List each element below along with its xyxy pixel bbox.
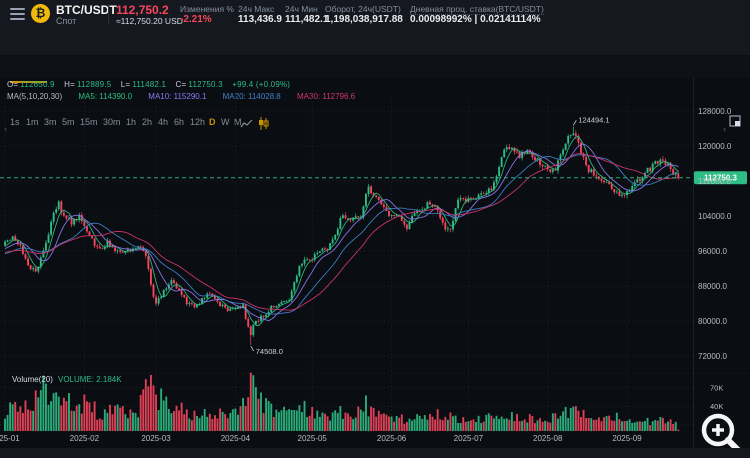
gridlines: [0, 78, 750, 448]
candlestick-chart[interactable]: 112750.3128000.0120000.0112000.0104000.0…: [0, 78, 750, 448]
price-tick-label: 80000.0: [698, 317, 727, 326]
divider: [108, 4, 109, 24]
trading-app: ₿ BTC/USDT Спот 112,750.2 ≈112,750.20 US…: [0, 0, 750, 458]
time-tick-label: 2025-08: [533, 434, 563, 443]
price-tick-label: 112000.0: [698, 177, 731, 186]
price-tick-label: 120000.0: [698, 142, 732, 151]
magnifier-overlay-icon[interactable]: [701, 413, 741, 448]
low-label: 24ч Мин: [285, 4, 318, 14]
time-tick-label: 2025-02: [70, 434, 100, 443]
candles: [4, 126, 680, 346]
price-tick-label: 88000.0: [698, 282, 727, 291]
ma5-line: [4, 136, 679, 327]
volume-tick-label: 40K: [710, 402, 723, 411]
last-price: 112,750.2: [116, 3, 169, 17]
high-annotation: 124494.1: [578, 115, 609, 124]
footer-bar: [0, 448, 750, 458]
time-tick-label: 2025-06: [377, 434, 407, 443]
price-tick-label: 104000.0: [698, 212, 732, 221]
price-tick-label: 128000.0: [698, 107, 732, 116]
market-type: Спот: [56, 16, 77, 26]
extreme-annotations: 124494.1 74508.0: [250, 115, 610, 356]
price-tick-label: 96000.0: [698, 247, 727, 256]
volume-current-value: VOLUME: 2.184K: [58, 375, 122, 384]
tabs-bar: График Обзор Данные Лента новостей Торго…: [0, 28, 750, 83]
price-axis-labels[interactable]: 128000.0 120000.0 112000.0 104000.0 96000.0 8…: [698, 107, 732, 361]
time-tick-label: 2025-05: [298, 434, 328, 443]
volume-pane-title: Volume(20): [12, 375, 53, 384]
high-label: 24ч Макс: [238, 4, 275, 14]
ma30-line: [4, 153, 679, 311]
low-value: 111,482.1: [285, 14, 329, 25]
time-tick-label: 2025-07: [454, 434, 484, 443]
turnover-label: Оборот, 24ч(USDT): [325, 4, 401, 14]
change-value: -2.21%: [180, 14, 212, 25]
turnover-value: 1,198,038,917.88: [325, 14, 403, 25]
header-bar: ₿ BTC/USDT Спот 112,750.2 ≈112,750.20 US…: [0, 0, 750, 28]
interval-toolbar: 1s 1m 3m 5m 15m 30m 1h 2h 4h 6h 12h D W …: [0, 56, 750, 134]
price-usd: ≈112,750.20 USD: [116, 16, 183, 26]
price-tick-label: 72000.0: [698, 352, 727, 361]
ma10-line: [4, 143, 679, 322]
btc-coin-icon: ₿: [31, 4, 50, 23]
time-tick-label: 2025-04: [221, 434, 251, 443]
ma-lines: [4, 136, 679, 327]
time-axis-labels[interactable]: 2025-01 2025-02 2025-03 2025-04 2025-05 2025-…: [0, 434, 642, 443]
menu-icon[interactable]: [10, 8, 25, 20]
volume-tick-label: 70K: [710, 384, 723, 393]
time-tick-label: 2025-09: [612, 434, 642, 443]
low-annotation: 74508.0: [256, 347, 283, 356]
time-tick-label: 2025-01: [0, 434, 20, 443]
funding-rate-value: 0.00098992% | 0.02141114%: [410, 14, 541, 25]
high-value: 113,436.9: [238, 14, 282, 25]
time-tick-label: 2025-03: [141, 434, 171, 443]
change-label: Изменения %: [180, 4, 234, 14]
